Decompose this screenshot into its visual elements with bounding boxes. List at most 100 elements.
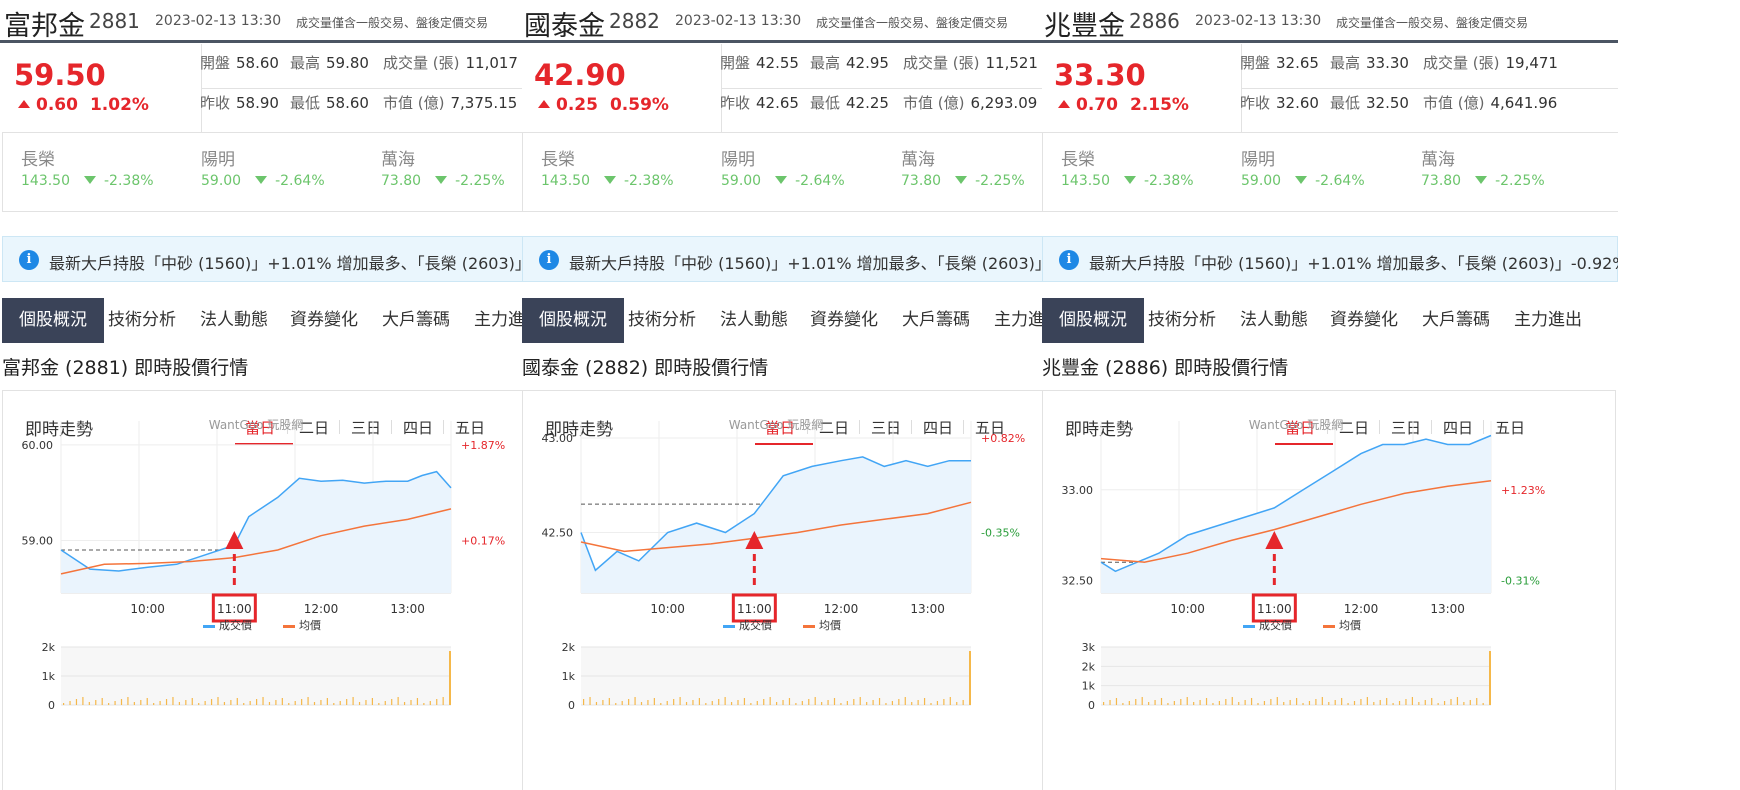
related-stock-quote: 73.80 -2.25% (1421, 173, 1545, 189)
tab-4[interactable]: 大戶籌碼 (382, 298, 450, 343)
volume-bar (1405, 699, 1407, 705)
banner-text: 最新大戶持股「中砂 (1560)」+1.01% 增加最多、「長榮 (2603)」… (569, 254, 1098, 273)
y-tick-pct-label: +0.82% (981, 432, 1025, 445)
stat-label: 市值 (億) (383, 94, 445, 112)
stat-value: 42.65 (756, 94, 799, 112)
volume-bar (442, 697, 444, 705)
volume-bar (1328, 702, 1330, 705)
price-area (61, 471, 451, 593)
tab-2[interactable]: 法人動態 (200, 298, 268, 343)
info-banner[interactable]: i 最新大戶持股「中砂 (1560)」+1.01% 增加最多、「長榮 (2603)… (522, 236, 1098, 282)
stat-high: 最高 42.95 (810, 52, 889, 73)
stat-label: 開盤 (1240, 54, 1271, 72)
stock-code: 2881 (89, 9, 140, 33)
y-tick-pct-label: -0.31% (1501, 574, 1540, 587)
volume-bar (853, 699, 855, 705)
volume-bar (371, 698, 373, 705)
related-stocks: 長榮 143.50 -2.38% 陽明 59.00 -2.64% 萬海 73.80 -2.25% (2, 133, 578, 212)
info-banner[interactable]: i 最新大戶持股「中砂 (1560)」+1.01% 增加最多、「長榮 (2603)… (1042, 236, 1618, 282)
volume-bar (943, 699, 945, 705)
volume-bar (358, 702, 361, 705)
volume-bar (1212, 703, 1214, 705)
volume-bar (249, 701, 251, 705)
tab-5[interactable]: 主力進出 (1514, 298, 1582, 343)
tab-1[interactable]: 技術分析 (108, 298, 176, 343)
volume-bar (423, 703, 425, 705)
volume-bar (769, 697, 771, 705)
tab-3[interactable]: 資券變化 (810, 298, 878, 343)
volume-bar (962, 700, 964, 705)
volume-bar (1199, 700, 1201, 705)
volume-bar (776, 702, 778, 705)
volume-bar (1489, 651, 1491, 705)
volume-bar (737, 700, 739, 705)
volume-bar (1321, 697, 1323, 705)
stat-prev-close: 昨收 42.65 (720, 92, 799, 113)
stock-tabs: 個股概況 技術分析 法人動態 資券變化 大戶籌碼 主力進出 (522, 298, 1098, 343)
tab-4[interactable]: 大戶籌碼 (902, 298, 970, 343)
up-arrow-icon (18, 100, 30, 108)
volume-bar (1109, 700, 1111, 705)
y-tick-label: 43.00 (542, 432, 574, 445)
volume-bar (178, 702, 180, 705)
volume-bar (885, 703, 887, 705)
volume-note: 成交量僅含一般交易、盤後定價交易 (296, 16, 489, 30)
tab-0[interactable]: 個股概況 (1042, 298, 1144, 343)
tab-0[interactable]: 個股概況 (2, 298, 104, 343)
y-tick-pct-label: +1.23% (1501, 484, 1545, 497)
volume-bar (1263, 701, 1266, 705)
volume-bar (333, 703, 335, 705)
volume-bar (127, 697, 129, 705)
volume-bar (210, 699, 213, 705)
intraday-chart-card: 即時走勢 當日 二日 三日 四日 五日 WantGoo 玩股網 43.00 +0.82% 42.5… (522, 390, 1096, 790)
related-stock-name: 萬海 (901, 150, 935, 170)
volume-bar (969, 651, 971, 705)
volume-bar (82, 697, 84, 705)
volume-bar (878, 698, 881, 705)
legend-average-swatch (1323, 625, 1335, 628)
volume-bar (750, 703, 752, 705)
tab-2[interactable]: 法人動態 (720, 298, 788, 343)
tab-1[interactable]: 技術分析 (1148, 298, 1216, 343)
related-stock-price: 59.00 (721, 173, 762, 189)
info-icon: i (19, 250, 39, 270)
tab-2[interactable]: 法人動態 (1240, 298, 1308, 343)
info-banner[interactable]: i 最新大戶持股「中砂 (1560)」+1.01% 增加最多、「長榮 (2603)… (2, 236, 578, 282)
volume-bar (1450, 699, 1452, 705)
price-box: 42.90 0.25 0.59% (522, 44, 722, 132)
x-tick-label: 13:00 (1430, 602, 1465, 616)
volume-bar (1276, 697, 1278, 705)
volume-bar (1386, 698, 1388, 705)
tab-1[interactable]: 技術分析 (628, 298, 696, 343)
related-stock-price: 73.80 (1421, 173, 1462, 189)
volume-bar (391, 699, 393, 705)
volume-bar (307, 697, 309, 705)
tab-3[interactable]: 資券變化 (1330, 298, 1398, 343)
tab-0[interactable]: 個股概況 (522, 298, 624, 343)
volume-bar (1103, 702, 1105, 705)
change-percent: 2.15% (1129, 95, 1189, 115)
x-tick-label: 11:00 (1257, 602, 1292, 616)
price-area (581, 456, 971, 593)
volume-bar (679, 697, 681, 705)
volume-tick-label: 0 (1088, 699, 1095, 712)
related-stock-price: 143.50 (1061, 173, 1110, 189)
volume-tick-label: 3k (1082, 641, 1096, 654)
volume-bar (1250, 698, 1253, 705)
volume-bar (647, 700, 649, 705)
volume-bar (891, 701, 893, 705)
price-area (1101, 435, 1491, 593)
legend-average-label: 均價 (819, 618, 841, 632)
tab-3[interactable]: 資券變化 (290, 298, 358, 343)
volume-bar (320, 700, 322, 705)
volume-bar (602, 700, 604, 705)
volume-bar (1366, 697, 1368, 705)
price-change: 0.25 0.59% (538, 95, 669, 115)
volume-bar (660, 703, 662, 705)
volume-bar (782, 700, 784, 705)
volume-bar (204, 701, 206, 705)
volume-bar (114, 701, 116, 705)
volume-bar (673, 699, 675, 705)
tab-4[interactable]: 大戶籌碼 (1422, 298, 1490, 343)
volume-bar (1379, 700, 1381, 705)
